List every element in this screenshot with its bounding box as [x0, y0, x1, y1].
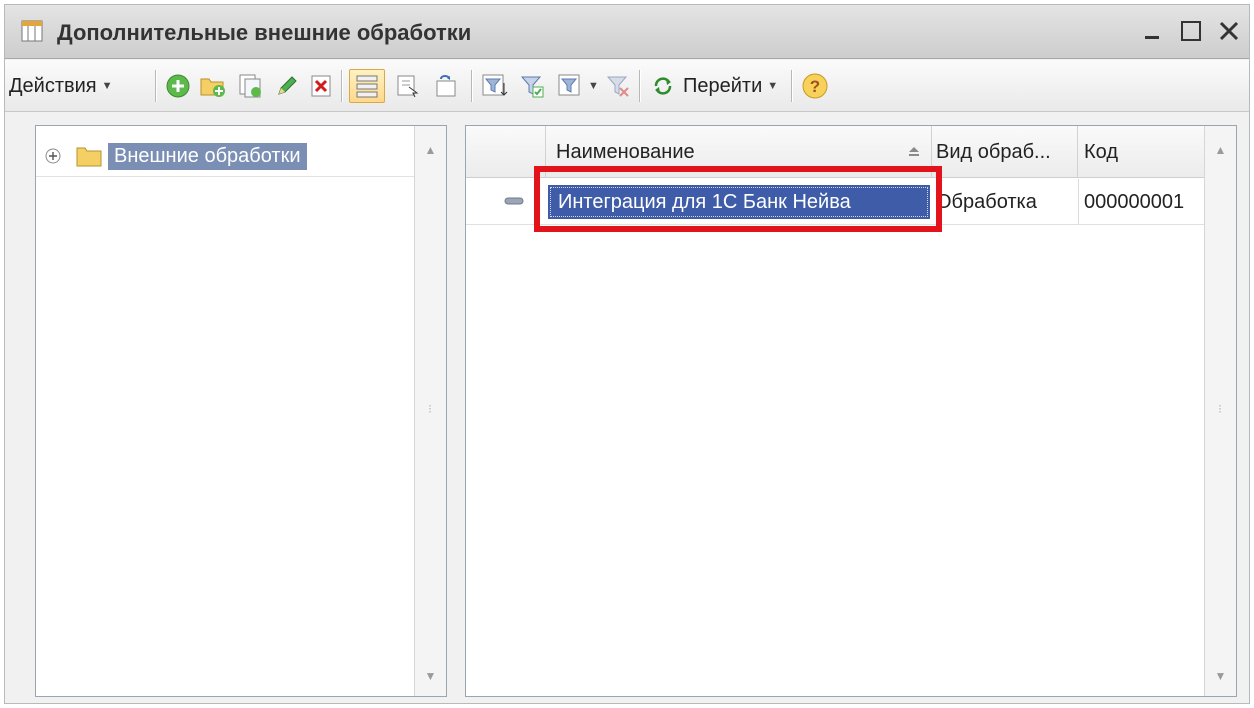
filter-history-button[interactable]: ▼: [557, 71, 599, 101]
filter-icon: [482, 74, 508, 96]
toolbar: Действия ▼ ▼ Перейти ▼ ?: [5, 60, 1249, 112]
cell-kind[interactable]: Обработка: [936, 185, 1037, 219]
delete-button[interactable]: [309, 71, 333, 101]
actions-menu-button[interactable]: Действия ▼: [9, 71, 113, 101]
column-header-kind[interactable]: Вид обраб...: [932, 126, 1078, 178]
sort-ascending-icon: [909, 147, 919, 156]
toolbar-separator: [341, 70, 342, 102]
help-icon: ?: [802, 73, 828, 99]
refresh-list-button[interactable]: [433, 71, 459, 101]
toolbar-separator: [471, 70, 472, 102]
add-folder-icon: [200, 78, 225, 97]
edit-icon: [278, 76, 297, 95]
goto-label: Перейти: [683, 74, 763, 97]
filter-button[interactable]: [481, 71, 509, 101]
tree-scrollbar[interactable]: ▲ ⁝ ▼: [414, 126, 446, 696]
hierarchy-icon: [356, 75, 378, 98]
scroll-thumb[interactable]: ⁝: [1213, 402, 1227, 420]
table-scrollbar[interactable]: ▲ ⁝ ▼: [1204, 126, 1236, 696]
column-divider: [1078, 179, 1079, 225]
processing-list-panel[interactable]: Наименование Вид обраб... Код Интеграция…: [465, 125, 1237, 697]
filter-by-value-button[interactable]: [519, 71, 545, 101]
filter-by-value-icon: [520, 76, 544, 98]
toolbar-separator: [791, 70, 792, 102]
chevron-down-icon: ▼: [767, 80, 779, 92]
edit-button[interactable]: [275, 71, 299, 101]
scroll-down-icon[interactable]: ▼: [1205, 662, 1236, 690]
chevron-down-icon: ▼: [588, 80, 599, 92]
add-folder-button[interactable]: [199, 71, 227, 101]
close-icon[interactable]: [1215, 17, 1243, 45]
highlight-annotation: [534, 166, 942, 232]
help-button[interactable]: ?: [801, 71, 829, 101]
filter-history-icon: [558, 74, 580, 96]
move-to-group-button[interactable]: [395, 71, 421, 101]
move-to-group-icon: [397, 75, 419, 98]
clear-filter-icon: [606, 76, 629, 97]
toolbar-separator: [639, 70, 640, 102]
column-header-code[interactable]: Код: [1078, 126, 1206, 178]
tree-item-label: Внешние обработки: [108, 142, 307, 170]
expand-icon[interactable]: [44, 147, 62, 165]
maximize-icon[interactable]: [1177, 17, 1205, 45]
scroll-down-icon[interactable]: ▼: [415, 662, 446, 690]
scroll-thumb[interactable]: ⁝: [423, 402, 437, 420]
goto-icon: [654, 77, 672, 95]
list-icon: [21, 20, 43, 47]
groups-tree-panel[interactable]: Внешние обработки ▲ ⁝ ▼: [35, 125, 447, 697]
toolbar-separator: [155, 70, 156, 102]
tree-item-root[interactable]: Внешние обработки: [44, 140, 307, 172]
delete-icon: [311, 75, 331, 97]
window-title: Дополнительные внешние обработки: [57, 20, 472, 45]
copy-icon: [239, 74, 261, 98]
goto-menu-button[interactable]: Перейти ▼: [651, 71, 778, 101]
add-button[interactable]: [165, 71, 191, 101]
hierarchy-toggle-button[interactable]: [349, 69, 385, 103]
refresh-list-icon: [436, 75, 456, 97]
chevron-down-icon: ▼: [101, 80, 113, 92]
folder-icon: [76, 147, 102, 167]
title-bar: Дополнительные внешние обработки: [5, 5, 1249, 59]
window: Дополнительные внешние обработки Действи…: [4, 4, 1250, 704]
clear-filter-button[interactable]: [605, 71, 631, 101]
minimize-icon[interactable]: [1139, 17, 1167, 45]
actions-label: Действия: [9, 74, 97, 97]
scroll-up-icon[interactable]: ▲: [1205, 136, 1236, 164]
add-icon: [166, 74, 190, 98]
copy-button[interactable]: [237, 71, 263, 101]
svg-text:?: ?: [810, 77, 820, 96]
cell-code[interactable]: 000000001: [1084, 185, 1184, 219]
item-icon: [504, 197, 524, 205]
tree-divider: [36, 176, 414, 177]
scroll-up-icon[interactable]: ▲: [415, 136, 446, 164]
